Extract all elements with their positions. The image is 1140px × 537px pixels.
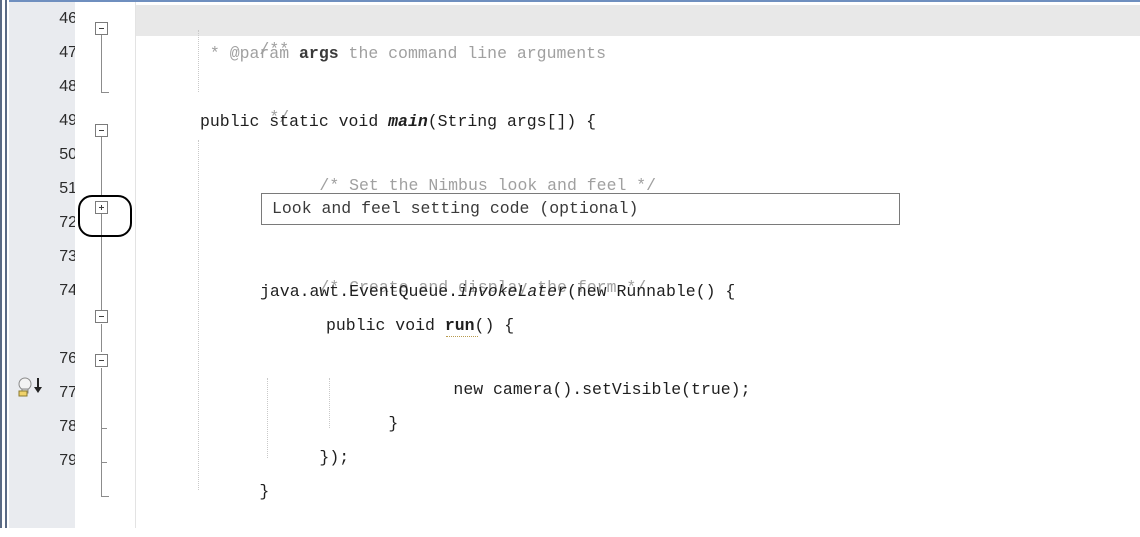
line-number: 46 xyxy=(59,10,77,27)
line-number: 79 xyxy=(59,452,77,469)
fold-guide-line xyxy=(101,324,102,352)
indent-guide xyxy=(198,140,199,490)
line-number: 74 xyxy=(59,282,77,299)
fold-guide-line xyxy=(101,368,102,496)
fold-collapse-icon[interactable] xyxy=(95,354,108,367)
collapsed-fold-block[interactable]: Look and feel setting code (optional) xyxy=(261,193,900,225)
code-line-50: /* Set the Nimbus look and feel */ xyxy=(260,141,656,195)
code-text: } xyxy=(259,482,270,501)
code-text-area[interactable]: /** * @param args the command line argum… xyxy=(136,2,1140,528)
method-name: invokeLater xyxy=(458,282,567,301)
line-number-gutter: 46 47 48 49 50 51 72 73 74 76 77 78 79 xyxy=(9,2,77,528)
line-number: 73 xyxy=(59,248,77,265)
line-number: 48 xyxy=(59,78,77,95)
code-editor[interactable]: 46 47 48 49 50 51 72 73 74 76 77 78 79 /… xyxy=(0,0,1140,528)
line-number: 47 xyxy=(59,44,77,61)
editor-left-border xyxy=(0,0,9,528)
code-text: (String args[]) { xyxy=(427,112,597,131)
annotation-highlight-circle xyxy=(78,195,132,237)
fold-guide-end xyxy=(101,92,109,93)
line-number: 72 xyxy=(59,214,77,231)
fold-collapse-icon[interactable] xyxy=(95,124,108,137)
line-number: 50 xyxy=(59,146,77,163)
method-name: main xyxy=(388,112,428,131)
line-number: 76 xyxy=(59,350,77,367)
code-line-75: public void run() { xyxy=(326,311,514,341)
comment-text: * @param xyxy=(200,44,300,63)
fold-collapse-icon[interactable] xyxy=(95,22,108,35)
method-name: run xyxy=(444,316,475,335)
code-text: } xyxy=(388,414,399,433)
code-text: (new Runnable() { xyxy=(566,282,736,301)
param-name: args xyxy=(299,44,339,63)
line-number: 49 xyxy=(59,112,77,129)
comment-text: the command line arguments xyxy=(338,44,606,63)
line-number: 51 xyxy=(59,180,77,197)
lightbulb-hint-icon[interactable] xyxy=(16,376,42,398)
code-text: public static void xyxy=(200,112,389,131)
code-line-79: } xyxy=(200,447,269,501)
fold-guide-end xyxy=(101,428,107,429)
fold-guide-line xyxy=(101,34,102,92)
fold-gutter xyxy=(75,2,136,528)
indent-guide xyxy=(198,30,199,92)
code-line-78: }); xyxy=(260,413,349,467)
line-number: 78 xyxy=(59,418,77,435)
code-line-74: java.awt.EventQueue.invokeLater(new Runn… xyxy=(260,277,735,307)
code-text: }); xyxy=(319,448,350,467)
code-line-47: * @param args the command line arguments xyxy=(200,39,606,69)
code-line-76: new camera().setVisible(true); xyxy=(394,345,750,399)
code-line-48: */ xyxy=(200,73,289,127)
code-text: java.awt.EventQueue. xyxy=(260,282,459,301)
fold-collapse-icon[interactable] xyxy=(95,310,108,323)
code-line-49: public static void main(String args[]) { xyxy=(200,107,596,137)
code-text: public void xyxy=(326,316,445,335)
code-text: new camera().setVisible(true); xyxy=(453,380,751,399)
code-text: () { xyxy=(474,316,515,335)
fold-guide-end xyxy=(101,496,109,497)
fold-guide-end xyxy=(101,462,107,463)
code-line-77: } xyxy=(329,379,398,433)
code-line-46: /** xyxy=(200,5,289,59)
code-line-73: /* Create and display the form */ xyxy=(260,243,646,297)
fold-guide-line xyxy=(101,136,102,197)
warning-underline xyxy=(446,334,478,337)
